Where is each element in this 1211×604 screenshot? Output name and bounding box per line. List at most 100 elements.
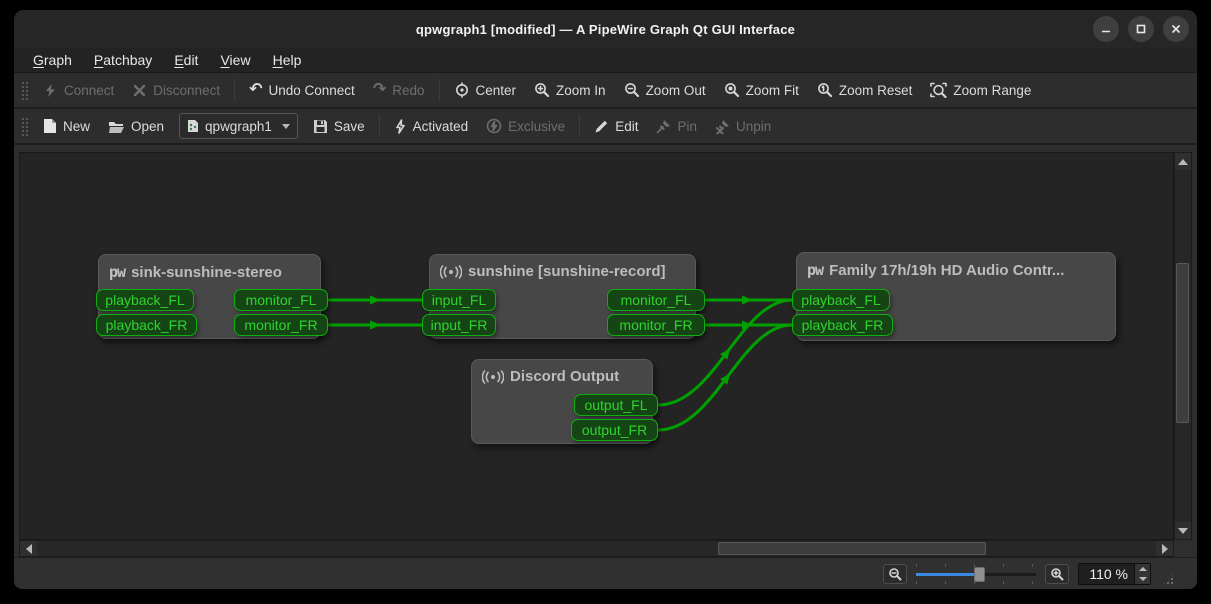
arrow-down-icon xyxy=(1139,577,1147,581)
arrow-up-icon xyxy=(1178,159,1188,165)
close-icon xyxy=(1170,23,1182,35)
port-input-playback-fr[interactable]: playback_FR xyxy=(96,314,197,336)
zoom-in-button[interactable]: Zoom In xyxy=(525,76,615,104)
zoom-reset-button[interactable]: Zoom Reset xyxy=(808,76,922,104)
port-output-output-fr[interactable]: output_FR xyxy=(571,419,658,441)
exclusive-bolt-icon xyxy=(486,118,502,134)
vertical-scrollbar[interactable] xyxy=(1174,152,1192,540)
edit-button[interactable]: Edit xyxy=(585,112,647,140)
port-input-input-fl[interactable]: input_FL xyxy=(422,289,496,311)
titlebar[interactable]: qpwgraph1 [modified] — A PipeWire Graph … xyxy=(14,10,1197,48)
pipewire-icon: pw xyxy=(109,263,125,281)
zoom-out-icon xyxy=(624,82,640,98)
wire-arrowhead xyxy=(742,321,753,330)
node-title: Family 17h/19h HD Audio Contr... xyxy=(829,262,1064,279)
pipewire-icon: pw xyxy=(807,261,823,279)
zoom-range-button[interactable]: Zoom Range xyxy=(921,76,1040,104)
scroll-left-button[interactable] xyxy=(20,541,37,556)
scroll-down-button[interactable] xyxy=(1175,522,1191,539)
minimize-icon xyxy=(1100,23,1112,35)
horizontal-scrollbar[interactable] xyxy=(19,540,1174,557)
port-input-input-fr[interactable]: input_FR xyxy=(422,314,496,336)
patchbay-select[interactable]: qpwgraph1 xyxy=(179,113,298,139)
node-title: sink-sunshine-stereo xyxy=(131,264,282,281)
edit-pencil-icon xyxy=(594,119,609,134)
window-title: qpwgraph1 [modified] — A PipeWire Graph … xyxy=(416,22,795,37)
toolbar-drag-handle[interactable] xyxy=(21,80,28,100)
connect-button[interactable]: Connect xyxy=(34,76,123,104)
menu-view[interactable]: View xyxy=(209,50,261,70)
zoom-slider-handle[interactable] xyxy=(974,567,985,582)
menu-graph[interactable]: Graph xyxy=(22,50,83,70)
new-button[interactable]: New xyxy=(34,112,99,140)
spin-down-button[interactable] xyxy=(1135,574,1150,584)
spin-up-button[interactable] xyxy=(1135,564,1150,574)
menu-edit[interactable]: Edit xyxy=(163,50,209,70)
pin-icon xyxy=(656,119,671,134)
graph-view: pw sink-sunshine-stereo playback_FL play… xyxy=(14,150,1197,557)
zoom-percent-value: 110 % xyxy=(1079,566,1134,582)
maximize-button[interactable] xyxy=(1128,16,1154,42)
chevron-down-icon xyxy=(282,124,290,129)
stream-icon xyxy=(440,264,462,280)
activated-button[interactable]: Activated xyxy=(385,112,478,140)
zoom-percent-spinbox[interactable]: 110 % xyxy=(1078,563,1151,585)
scroll-up-button[interactable] xyxy=(1175,153,1191,170)
pin-button[interactable]: Pin xyxy=(647,112,706,140)
open-button[interactable]: Open xyxy=(99,112,173,140)
maximize-icon xyxy=(1135,23,1147,35)
redo-icon: ↷ xyxy=(373,82,386,98)
disconnect-x-icon xyxy=(132,83,147,98)
port-output-monitor-fl[interactable]: monitor_FL xyxy=(234,289,328,311)
center-icon xyxy=(454,82,470,98)
port-output-output-fl[interactable]: output_FL xyxy=(574,394,658,416)
wire-arrowhead xyxy=(720,345,734,359)
save-button[interactable]: Save xyxy=(304,112,374,140)
arrow-up-icon xyxy=(1139,567,1147,571)
zoom-fit-button[interactable]: Zoom Fit xyxy=(715,76,808,104)
zoom-out-button[interactable]: Zoom Out xyxy=(615,76,715,104)
toolbar-drag-handle[interactable] xyxy=(21,116,28,136)
window-resize-grip[interactable] xyxy=(1162,573,1175,586)
open-folder-icon xyxy=(108,119,125,134)
unpin-button[interactable]: Unpin xyxy=(706,112,780,140)
zoom-slider[interactable] xyxy=(916,565,1036,583)
menubar: Graph Patchbay Edit View Help xyxy=(14,48,1197,73)
port-input-playback-fr[interactable]: playback_FR xyxy=(792,314,893,336)
wire-arrowhead xyxy=(742,296,753,305)
toolbar-separator xyxy=(439,79,440,101)
statusbar: 110 % xyxy=(14,557,1197,589)
wire-arrowhead xyxy=(370,296,381,305)
minimize-button[interactable] xyxy=(1093,16,1119,42)
activated-bolt-icon xyxy=(394,119,407,134)
disconnect-button[interactable]: Disconnect xyxy=(123,76,229,104)
port-input-playback-fl[interactable]: playback_FL xyxy=(96,289,194,311)
port-output-monitor-fr[interactable]: monitor_FR xyxy=(234,314,328,336)
toolbar-separator xyxy=(234,79,235,101)
port-output-monitor-fr[interactable]: monitor_FR xyxy=(607,314,705,336)
patchbay-file-icon xyxy=(187,119,199,133)
node-title: Discord Output xyxy=(510,368,619,385)
center-button[interactable]: Center xyxy=(445,76,526,104)
scroll-right-button[interactable] xyxy=(1156,541,1173,556)
redo-button[interactable]: ↷ Redo xyxy=(364,76,434,104)
port-input-playback-fl[interactable]: playback_FL xyxy=(792,289,890,311)
toolbar-separator xyxy=(579,115,580,137)
arrow-down-icon xyxy=(1178,528,1188,534)
statusbar-zoom-out-button[interactable] xyxy=(883,564,907,584)
port-output-monitor-fl[interactable]: monitor_FL xyxy=(607,289,705,311)
app-window: qpwgraph1 [modified] — A PipeWire Graph … xyxy=(14,10,1197,589)
graph-canvas[interactable]: pw sink-sunshine-stereo playback_FL play… xyxy=(19,152,1174,540)
exclusive-button[interactable]: Exclusive xyxy=(477,112,574,140)
menu-help[interactable]: Help xyxy=(262,50,313,70)
statusbar-zoom-in-button[interactable] xyxy=(1045,564,1069,584)
menu-patchbay[interactable]: Patchbay xyxy=(83,50,163,70)
close-button[interactable] xyxy=(1163,16,1189,42)
undo-connect-button[interactable]: ↶ Undo Connect xyxy=(240,76,364,104)
vertical-scrollbar-thumb[interactable] xyxy=(1176,263,1189,423)
save-floppy-icon xyxy=(313,119,328,134)
wire-discord-to-family-fr xyxy=(658,325,792,430)
zoom-fit-icon xyxy=(724,82,740,98)
horizontal-scrollbar-thumb[interactable] xyxy=(718,542,986,555)
zoom-range-icon xyxy=(930,82,947,98)
